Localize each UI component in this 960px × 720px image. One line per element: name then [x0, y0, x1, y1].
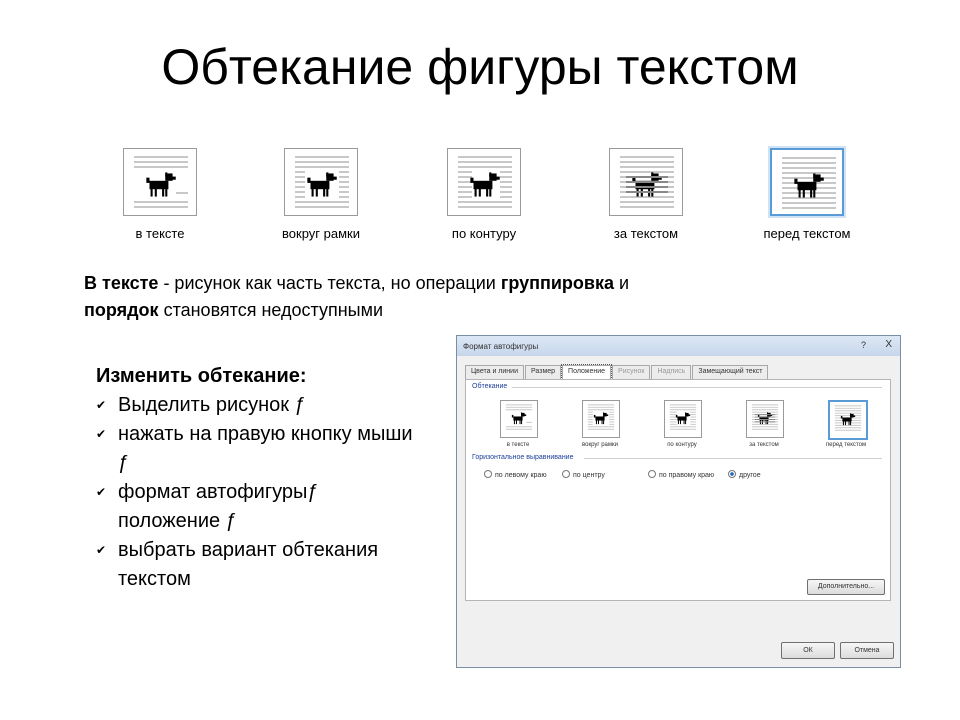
- wrap-option-inline[interactable]: в тексте: [105, 148, 215, 241]
- dialog-wrap-label: в тексте: [506, 442, 530, 448]
- dialog-wrap-square[interactable]: [582, 400, 620, 438]
- tab-alt-text[interactable]: Замещающий текст: [692, 365, 769, 379]
- page-title: Обтекание фигуры текстом: [161, 39, 799, 95]
- radio-label: по левому краю: [495, 472, 547, 479]
- dialog-wrap-behind[interactable]: [746, 400, 784, 438]
- wrap-option-label: в тексте: [135, 226, 185, 241]
- radio-align-center[interactable]: по центру: [562, 470, 605, 479]
- step-text: формат автофигурыƒ положение ƒ: [118, 481, 319, 532]
- checkmark-icon: ✔: [96, 485, 107, 499]
- radio-align-other[interactable]: другое: [728, 470, 761, 479]
- step-text: выбрать вариант обтекания текстом: [118, 539, 379, 590]
- wrap-behind-icon: [609, 148, 683, 216]
- align-group-label: Горизонтальное выравнивание: [472, 454, 574, 461]
- tab-picture[interactable]: Рисунок: [612, 365, 651, 379]
- wrap-tight-icon: [447, 148, 521, 216]
- group-divider: [512, 387, 882, 388]
- step-item: ✔ формат автофигурыƒ положение ƒ: [96, 478, 426, 536]
- desc-part: становятся недоступными: [158, 300, 384, 320]
- step-text: Выделить рисунок ƒ: [118, 394, 306, 416]
- checkmark-icon: ✔: [96, 398, 107, 412]
- radio-icon: [562, 470, 570, 478]
- radio-icon: [484, 470, 492, 478]
- radio-label: другое: [739, 472, 761, 479]
- step-item: ✔ выбрать вариант обтекания текстом: [96, 536, 426, 594]
- dialog-wrap-label: по контуру: [667, 442, 697, 448]
- term-order: порядок: [84, 300, 159, 320]
- steps-header: Изменить обтекание:: [96, 365, 307, 387]
- wrap-option-square[interactable]: вокруг рамки: [266, 148, 376, 241]
- term-group: группировка: [500, 273, 614, 293]
- wrap-option-tight[interactable]: по контуру: [429, 148, 539, 241]
- radio-align-left[interactable]: по левому краю: [484, 470, 547, 479]
- dialog-wrap-label: перед текстом: [825, 442, 867, 448]
- wrap-infront-icon: [770, 148, 844, 216]
- wrap-inline-icon: [123, 148, 197, 216]
- help-button[interactable]: ?: [861, 340, 866, 350]
- dialog-wrap-label: за текстом: [749, 442, 779, 448]
- wrap-option-label: вокруг рамки: [282, 226, 360, 241]
- dialog-wrap-infront[interactable]: [828, 400, 868, 440]
- desc-part: - рисунок как часть текста, но операции: [158, 273, 501, 293]
- wrap-square-icon: [284, 148, 358, 216]
- group-divider: [584, 458, 882, 459]
- checkmark-icon: ✔: [96, 543, 107, 557]
- dialog-wrap-label: вокруг рамки: [582, 442, 618, 448]
- radio-align-right[interactable]: по правому краю: [648, 470, 714, 479]
- tab-position[interactable]: Положение: [561, 364, 613, 380]
- wrap-option-label: перед текстом: [763, 226, 851, 241]
- dialog-title: Формат автофигуры: [463, 342, 539, 351]
- wrap-option-label: за текстом: [613, 226, 679, 241]
- cancel-button[interactable]: Отмена: [840, 642, 894, 659]
- wrap-option-behind[interactable]: за текстом: [591, 148, 701, 241]
- position-panel: Обтекание в тексте вокруг рамки по конту…: [465, 379, 891, 601]
- step-text: нажать на правую кнопку мыши ƒ: [118, 423, 413, 474]
- close-button[interactable]: X: [885, 339, 892, 350]
- radio-icon: [648, 470, 656, 478]
- ok-button[interactable]: ОК: [781, 642, 835, 659]
- tab-size[interactable]: Размер: [524, 365, 562, 379]
- advanced-button[interactable]: Дополнительно...: [807, 579, 885, 595]
- step-item: ✔ Выделить рисунок ƒ: [96, 391, 426, 420]
- tab-textbox[interactable]: Надпись: [651, 365, 692, 379]
- steps-list: Изменить обтекание: ✔ Выделить рисунок ƒ …: [96, 362, 426, 594]
- wrap-option-infront[interactable]: перед текстом: [752, 148, 862, 241]
- desc-part: и: [614, 273, 630, 293]
- dialog-wrap-tight[interactable]: [664, 400, 702, 438]
- dialog-wrap-inline[interactable]: [500, 400, 538, 438]
- description-text: В тексте - рисунок как часть текста, но …: [84, 270, 864, 324]
- step-item: ✔ нажать на правую кнопку мыши ƒ: [96, 420, 426, 478]
- dialog-tabs: Цвета и линии Размер Положение Рисунок Н…: [465, 364, 769, 380]
- dialog-title-bar: Формат автофигуры ? X: [457, 336, 900, 356]
- radio-label: по правому краю: [659, 472, 715, 479]
- radio-label: по центру: [573, 472, 605, 479]
- checkmark-icon: ✔: [96, 427, 107, 441]
- term-inline: В тексте: [84, 273, 159, 293]
- wrap-option-label: по контуру: [451, 226, 517, 241]
- wrap-group-label: Обтекание: [472, 383, 508, 390]
- radio-icon: [728, 470, 736, 478]
- tab-colors-lines[interactable]: Цвета и линии: [465, 365, 524, 379]
- format-autoshape-dialog: Формат автофигуры ? X Цвета и линии Разм…: [456, 335, 901, 668]
